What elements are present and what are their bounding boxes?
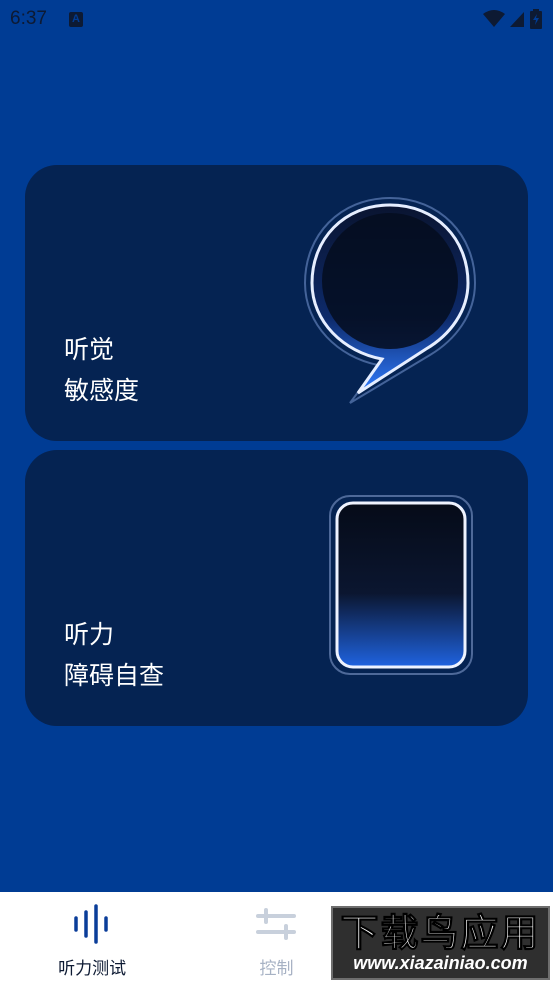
nav-label: 控制 bbox=[259, 959, 294, 979]
sliders-icon bbox=[256, 908, 297, 940]
battery-icon bbox=[530, 9, 542, 29]
wifi-icon bbox=[483, 10, 505, 27]
waveform-speech-bubble-icon bbox=[303, 196, 477, 404]
card-title-line1: 听力 bbox=[64, 620, 115, 649]
hearing-sensitivity-card[interactable]: 听觉 敏感度 bbox=[25, 165, 528, 441]
sound-bars-icon bbox=[74, 904, 108, 944]
watermark: 下载鸟应用 www.xiazainiao.com bbox=[331, 906, 550, 980]
hearing-impairment-check-card[interactable]: 听力 障碍自查 bbox=[25, 450, 528, 726]
watermark-url: www.xiazainiao.com bbox=[353, 953, 528, 973]
status-icons bbox=[483, 9, 543, 29]
card-title: 听觉 敏感度 bbox=[64, 329, 139, 411]
status-time: 6:37 bbox=[10, 8, 47, 29]
card-title: 听力 障碍自查 bbox=[64, 614, 164, 696]
card-title-line1: 听觉 bbox=[64, 335, 115, 364]
status-bar: 6:37 A bbox=[0, 0, 553, 38]
nav-item-hearing-test[interactable]: 听力测试 bbox=[0, 892, 184, 984]
signal-icon bbox=[510, 12, 524, 27]
nav-label: 听力测试 bbox=[58, 959, 127, 979]
notification-icon: A bbox=[68, 11, 83, 27]
watermark-title: 下载鸟应用 bbox=[340, 911, 541, 955]
card-title-line2: 障碍自查 bbox=[64, 661, 165, 690]
card-title-line2: 敏感度 bbox=[64, 376, 140, 405]
document-lines-icon bbox=[329, 495, 473, 675]
